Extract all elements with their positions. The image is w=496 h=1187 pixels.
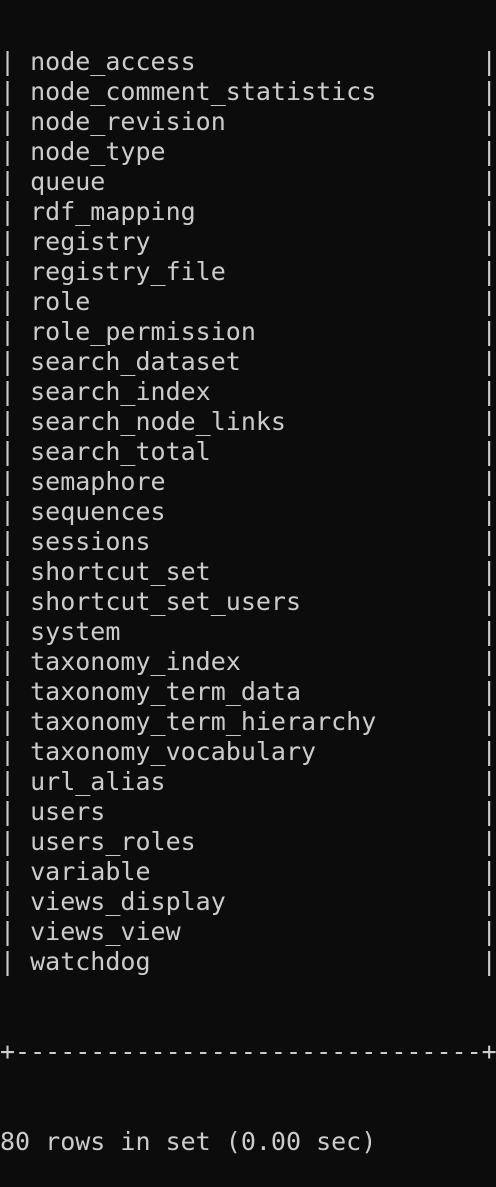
- table-row: | queue |: [0, 167, 496, 196]
- table-row: | views_view |: [0, 917, 496, 946]
- table-row: | node_revision |: [0, 107, 496, 136]
- table-row: | url_alias |: [0, 767, 496, 796]
- table-row: | semaphore |: [0, 467, 496, 496]
- table-row: | sessions |: [0, 527, 496, 556]
- table-row: | rdf_mapping |: [0, 197, 496, 226]
- table-row: | node_access |: [0, 47, 496, 76]
- table-row: | shortcut_set_users |: [0, 587, 496, 616]
- table-row: | role |: [0, 287, 496, 316]
- table-row: | sequences |: [0, 497, 496, 526]
- table-row: | variable |: [0, 857, 496, 886]
- table-row: | taxonomy_vocabulary |: [0, 737, 496, 766]
- table-row: | taxonomy_index |: [0, 647, 496, 676]
- table-row: | search_index |: [0, 377, 496, 406]
- table-row: | node_type |: [0, 137, 496, 166]
- table-row: | search_dataset |: [0, 347, 496, 376]
- table-row: | role_permission |: [0, 317, 496, 346]
- table-row: | users_roles |: [0, 827, 496, 856]
- table-border-line: +-------------------------------+: [0, 1037, 496, 1066]
- table-row: | system |: [0, 617, 496, 646]
- table-row: | shortcut_set |: [0, 557, 496, 586]
- table-row: | taxonomy_term_hierarchy |: [0, 707, 496, 736]
- table-row: | watchdog |: [0, 947, 496, 976]
- table-row: | search_total |: [0, 437, 496, 466]
- table-row: | node_comment_statistics |: [0, 77, 496, 106]
- table-row: | views_display |: [0, 887, 496, 916]
- result-summary: 80 rows in set (0.00 sec): [0, 1127, 377, 1156]
- table-row: | search_node_links |: [0, 407, 496, 436]
- table-rows: | node_access | | node_comment_statistics…: [0, 47, 496, 977]
- table-row: | users |: [0, 797, 496, 826]
- table-row: | taxonomy_term_data |: [0, 677, 496, 706]
- table-row: | registry_file |: [0, 257, 496, 286]
- terminal-output: | node_access | | node_comment_statistics…: [0, 0, 496, 1187]
- table-row: | registry |: [0, 227, 496, 256]
